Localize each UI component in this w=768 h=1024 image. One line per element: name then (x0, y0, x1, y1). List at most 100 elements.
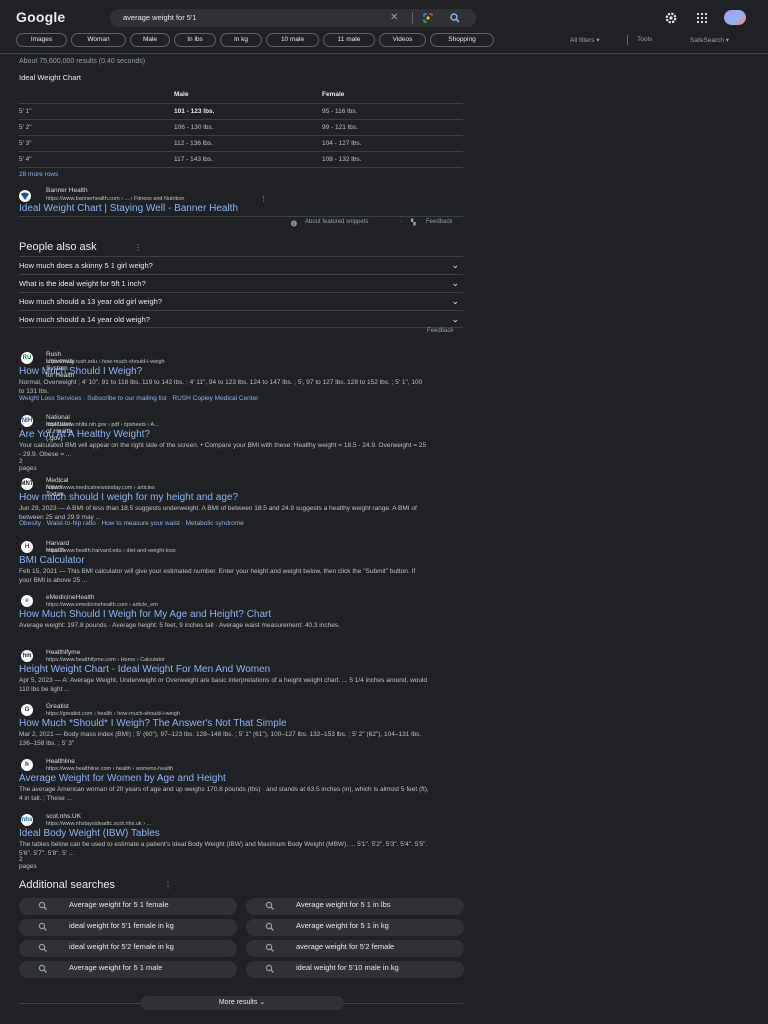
related-search-chip[interactable]: ideal weight for 5'2 female in kg (19, 940, 237, 957)
result-title-link[interactable]: How Much *Should* I Weigh? The Answer's … (19, 718, 287, 729)
nih-favicon: NIH (21, 415, 33, 427)
related-search-chip[interactable]: average weight for 5'2 female (246, 940, 464, 957)
banner-logo-icon (21, 192, 29, 200)
chip-male[interactable]: Male (130, 33, 170, 47)
result-snippet: Feb 15, 2021 — This BMI calculator will … (19, 568, 416, 584)
banner-health-favicon (19, 190, 31, 202)
chip-woman[interactable]: Woman (71, 33, 126, 47)
feedback-link[interactable]: Feedback (426, 219, 452, 225)
more-options-icon[interactable]: ⋮ (164, 881, 172, 890)
related-search-chip[interactable]: ideal weight for 5'1 female in kg (19, 919, 237, 936)
result-title-link[interactable]: How Much Should I Weigh for My Age and H… (19, 609, 271, 620)
clear-icon[interactable]: ✕ (390, 12, 398, 24)
google-logo[interactable]: Google (16, 9, 65, 25)
header-divider (0, 53, 768, 54)
chip-images[interactable]: Images (16, 33, 67, 47)
more-options-icon[interactable]: ⋮ (134, 243, 142, 252)
table-cell: 101 - 123 lbs. (174, 103, 322, 120)
google-lens-icon[interactable] (422, 12, 434, 24)
result-url[interactable]: https://www.emedicinehealth.com › articl… (46, 602, 158, 608)
related-search-text: ideal weight for 5'2 female in kg (69, 942, 174, 951)
header: Google average weight for 5'1 ✕ Images W… (0, 0, 768, 56)
related-search-text: Average weight for 5 1 female (69, 900, 169, 909)
chip-videos[interactable]: Videos (379, 33, 426, 47)
result-url[interactable]: https://www.healthline.com › health › wo… (46, 766, 173, 772)
result-pages-count[interactable]: 2 pages (19, 458, 37, 472)
result-snippet: Your calculated BMI will appear on the r… (19, 442, 427, 458)
result-sitelinks[interactable]: Weight Loss Services · Subscribe to our … (19, 395, 258, 402)
divider (627, 35, 628, 45)
apps-icon[interactable] (695, 11, 709, 25)
chevron-down-icon: ⌄ (451, 260, 459, 270)
result-url[interactable]: https://www.medicalnewstoday.com › artic… (46, 485, 155, 491)
chip-in-kg[interactable]: In kg (220, 33, 262, 47)
feedback-link[interactable]: Feedback (427, 328, 453, 334)
result-title-link[interactable]: Average Weight for Women by Age and Heig… (19, 773, 226, 784)
more-options-icon[interactable]: ⋮ (260, 195, 267, 203)
related-search-text: Average weight for 5 1 in kg (296, 921, 389, 930)
table-cell: 5' 3" (19, 135, 174, 152)
search-query[interactable]: average weight for 5'1 (123, 13, 197, 22)
result-title-link[interactable]: BMI Calculator (19, 555, 85, 566)
more-results-button[interactable]: More results ⌄ (140, 996, 344, 1010)
table-cell: 112 - 136 lbs. (174, 135, 322, 152)
related-search-text: Average weight for 5 1 in lbs (296, 900, 391, 909)
result-pages-count[interactable]: 2 pages (19, 856, 37, 870)
avatar[interactable] (724, 10, 746, 25)
tools-button[interactable]: Tools (637, 36, 652, 43)
result-url[interactable]: https://greatist.com › health › how-much… (46, 711, 180, 717)
related-search-text: ideal weight for 5'1 female in kg (69, 921, 174, 930)
about-featured-snippets-link[interactable]: About featured snippets (305, 219, 368, 225)
result-stats: About 75,600,000 results (0.40 seconds) (19, 58, 146, 65)
result-title-link[interactable]: Ideal Body Weight (IBW) Tables (19, 828, 160, 839)
result-snippet: The average American woman of 20 years o… (19, 786, 429, 802)
result-url[interactable]: https://www.rush.edu › how-much-should-i… (46, 359, 165, 365)
result-sitelinks[interactable]: Obesity · Waist-to-hip ratio · How to me… (19, 520, 244, 527)
chip-10-male[interactable]: 10 male (266, 33, 319, 47)
paa-question[interactable]: How much should a 14 year old weigh? ⌄ (19, 310, 463, 328)
paa-question[interactable]: How much should a 13 year old girl weigh… (19, 292, 463, 310)
result-snippet: The tables below can be used to estimate… (19, 841, 428, 857)
result-title-link[interactable]: Are You At A Healthy Weight? (19, 429, 150, 440)
result-url[interactable]: https://www.nhstaysideadtc.scot.nhs.uk ›… (46, 821, 151, 827)
search-input[interactable]: average weight for 5'1 ✕ (110, 9, 476, 27)
table-header: Male (174, 86, 322, 104)
paa-question-text: How much should a 13 year old girl weigh… (19, 297, 162, 306)
result-title-link[interactable]: Height Weight Chart - Ideal Weight For M… (19, 664, 270, 675)
favicon-letters: H (24, 544, 30, 550)
related-search-chip[interactable]: Average weight for 5 1 in lbs (246, 898, 464, 915)
table-cell: 106 - 130 lbs. (174, 119, 322, 136)
result-title-link[interactable]: Ideal Weight Chart | Staying Well - Bann… (19, 203, 238, 214)
chip-in-lbs[interactable]: In lbs (174, 33, 216, 47)
weight-table: Male Female 5' 1" 101 - 123 lbs. 95 - 11… (19, 86, 463, 168)
settings-icon[interactable] (664, 11, 678, 25)
related-search-chip[interactable]: Average weight for 5 1 in kg (246, 919, 464, 936)
result-url[interactable]: https://www.health.harvard.edu › diet-an… (46, 548, 176, 554)
healthifyme-favicon: hm (21, 650, 33, 662)
result-snippet: Average weight: 197.8 pounds · Average h… (19, 622, 340, 629)
table-cell: 99 - 121 lbs. (322, 119, 463, 136)
favicon-letters: e (25, 598, 29, 604)
all-filters-button[interactable]: All filters ▾ (570, 36, 600, 44)
search-icon[interactable] (449, 12, 461, 24)
related-search-chip[interactable]: Average weight for 5 1 female (19, 898, 237, 915)
chip-shopping[interactable]: Shopping (430, 33, 494, 47)
result-url[interactable]: https://www.bannerhealth.com › ... › Fit… (46, 196, 184, 202)
divider (412, 12, 413, 24)
result-title-link[interactable]: How Much Should I Weigh? (19, 366, 142, 377)
search-icon (265, 964, 274, 973)
related-search-chip[interactable]: ideal weight for 5'10 male in kg (246, 961, 464, 978)
paa-question[interactable]: How much does a skinny 5 1 girl weigh? ⌄ (19, 256, 463, 274)
chip-11-male[interactable]: 11 male (323, 33, 375, 47)
result-title-link[interactable]: How much should I weigh for my height an… (19, 492, 238, 503)
chevron-down-icon: ⌄ (451, 278, 459, 288)
result-url[interactable]: https://www.healthifyme.com › Home › Cal… (46, 657, 165, 663)
safesearch-button[interactable]: SafeSearch ▾ (690, 36, 729, 44)
related-search-chip[interactable]: Average weight for 5 1 male (19, 961, 237, 978)
more-rows-link[interactable]: 28 more rows (19, 171, 58, 178)
nhs-favicon: nhs (21, 814, 33, 826)
result-url[interactable]: https://www.nhlbi.nih.gov › pdf › tipshe… (46, 422, 159, 428)
table-row: 5' 1" 101 - 123 lbs. 95 - 116 lbs. (19, 103, 463, 120)
paa-question[interactable]: What is the ideal weight for 5ft 1 inch?… (19, 274, 463, 292)
result-site-name: scot.nhs.UK (46, 813, 82, 820)
